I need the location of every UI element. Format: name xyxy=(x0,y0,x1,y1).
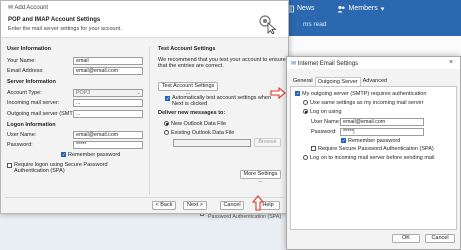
smtp-password-label: Password: xyxy=(311,129,337,135)
log-on-incoming-label: Log on to incoming mail server before se… xyxy=(310,155,435,161)
same-settings-label: Use same settings as my incoming mail se… xyxy=(310,100,424,106)
email-address-input[interactable]: email@email.com xyxy=(73,67,143,75)
smtp-spa-label: Require Secure Password Authentication (… xyxy=(318,146,434,152)
smtp-spa-checkbox[interactable] xyxy=(311,146,316,151)
incoming-server-label: Incoming mail server: xyxy=(7,100,60,106)
chevron-down-icon: ⌄ xyxy=(136,90,141,96)
test-account-settings-button[interactable]: Test Account Settings ... xyxy=(158,82,218,96)
same-settings-radio[interactable] xyxy=(303,100,308,105)
settings-cancel-button[interactable]: Cancel xyxy=(425,234,455,243)
nav-members-label: Members xyxy=(348,5,378,12)
nav-members[interactable]: Members ▾ xyxy=(337,5,385,13)
annotation-arrow-up-icon xyxy=(252,195,264,211)
requires-auth-checkbox[interactable]: ✓ xyxy=(295,91,300,96)
existing-data-file-radio[interactable] xyxy=(164,130,169,135)
outlook-nav: News Members ▾ xyxy=(286,0,406,17)
remember-password-checkbox[interactable]: ✓ xyxy=(61,152,66,157)
header-title: POP and IMAP Account Settings xyxy=(8,17,101,23)
tab-advanced[interactable]: Advanced xyxy=(361,77,389,86)
outgoing-server-label: Outgoing mail server (SMTP): xyxy=(7,111,80,117)
account-type-label: Account Type: xyxy=(7,90,42,96)
new-data-file-label: New Outlook Data File xyxy=(171,121,227,127)
data-file-path-input[interactable] xyxy=(173,139,251,147)
browse-button[interactable]: Browse xyxy=(254,138,281,147)
settings-cursor-icon xyxy=(259,15,277,34)
deliver-heading: Deliver new messages to: xyxy=(158,110,226,116)
tab-general[interactable]: General xyxy=(291,77,315,86)
dialog-title: ✉ Internet Email Settings xyxy=(291,61,359,67)
remember-password-label: Remember password xyxy=(68,152,121,158)
user-name-label: User Name: xyxy=(7,132,37,138)
footer-divider xyxy=(5,197,284,198)
smtp-password-input[interactable]: *****| xyxy=(340,128,424,136)
spa-checkbox[interactable] xyxy=(7,163,12,168)
test-settings-heading: Test Account Settings xyxy=(158,46,216,52)
your-name-label: Your Name: xyxy=(7,58,36,64)
spa-label: Require logon using Secure Password Auth… xyxy=(14,162,108,175)
log-on-using-radio[interactable] xyxy=(303,109,308,114)
smtp-remember-password-checkbox[interactable]: ✓ xyxy=(341,138,346,143)
background-subtitle: ms read xyxy=(303,21,327,28)
user-name-input[interactable]: email@email.com xyxy=(73,131,143,139)
internet-email-settings-dialog: ✉ Internet Email Settings × General Outg… xyxy=(286,56,461,250)
members-icon xyxy=(337,5,345,12)
logon-info-heading: Logon Information xyxy=(7,122,56,128)
header-subtitle: Enter the mail server settings for your … xyxy=(8,26,122,32)
outgoing-server-input[interactable]: ... xyxy=(73,110,143,118)
close-icon[interactable]: × xyxy=(449,59,453,66)
log-on-using-label: Log on using xyxy=(310,109,342,115)
email-address-label: Email Address: xyxy=(7,68,44,74)
window-title: ✉ Add Account xyxy=(8,5,49,11)
auto-test-checkbox[interactable]: ✓ xyxy=(165,96,170,101)
user-info-heading: User Information xyxy=(7,46,52,52)
smtp-user-name-input[interactable]: email@email.com xyxy=(340,118,424,126)
nav-news[interactable]: News xyxy=(286,5,315,13)
existing-data-file-label: Existing Outlook Data File xyxy=(171,130,235,136)
server-info-heading: Server Information xyxy=(7,79,56,85)
back-button[interactable]: < Back xyxy=(152,201,176,210)
mail-app-icon: ✉ xyxy=(8,5,14,11)
your-name-input[interactable]: email xyxy=(73,57,143,65)
smtp-user-name-label: User Name: xyxy=(311,119,341,125)
requires-auth-label: My outgoing server (SMTP) requires authe… xyxy=(302,91,427,97)
nav-news-label: News xyxy=(297,5,315,12)
smtp-remember-password-label: Remember password xyxy=(348,138,401,144)
password-input[interactable]: ***** xyxy=(73,141,143,149)
outgoing-server-panel: ✓ My outgoing server (SMTP) requires aut… xyxy=(290,86,457,230)
add-account-dialog: ✉ Add Account POP and IMAP Account Setti… xyxy=(0,0,289,214)
settings-tabs: General Outgoing Server Advanced xyxy=(291,77,389,87)
mail-app-icon: ✉ xyxy=(291,61,297,67)
password-label: Password: xyxy=(7,142,33,148)
more-settings-button[interactable]: More Settings ... xyxy=(240,170,281,184)
ok-button[interactable]: OK xyxy=(392,234,420,243)
column-divider xyxy=(149,47,150,195)
cancel-button[interactable]: Cancel xyxy=(220,201,244,210)
log-on-incoming-radio[interactable] xyxy=(303,155,308,160)
incoming-server-input[interactable]: ... xyxy=(73,99,143,107)
auto-test-label: Automatically test account settings when… xyxy=(172,95,272,108)
chevron-down-icon: ▾ xyxy=(380,5,385,13)
next-button[interactable]: Next > xyxy=(183,201,207,210)
new-data-file-radio[interactable] xyxy=(164,121,169,126)
account-type-select[interactable]: POP3 ⌄ xyxy=(73,89,143,97)
dialog-header: ✉ Add Account POP and IMAP Account Setti… xyxy=(1,1,288,38)
test-settings-description: We recommend that you test your account … xyxy=(158,57,286,70)
annotation-arrow-right-icon xyxy=(270,87,286,99)
